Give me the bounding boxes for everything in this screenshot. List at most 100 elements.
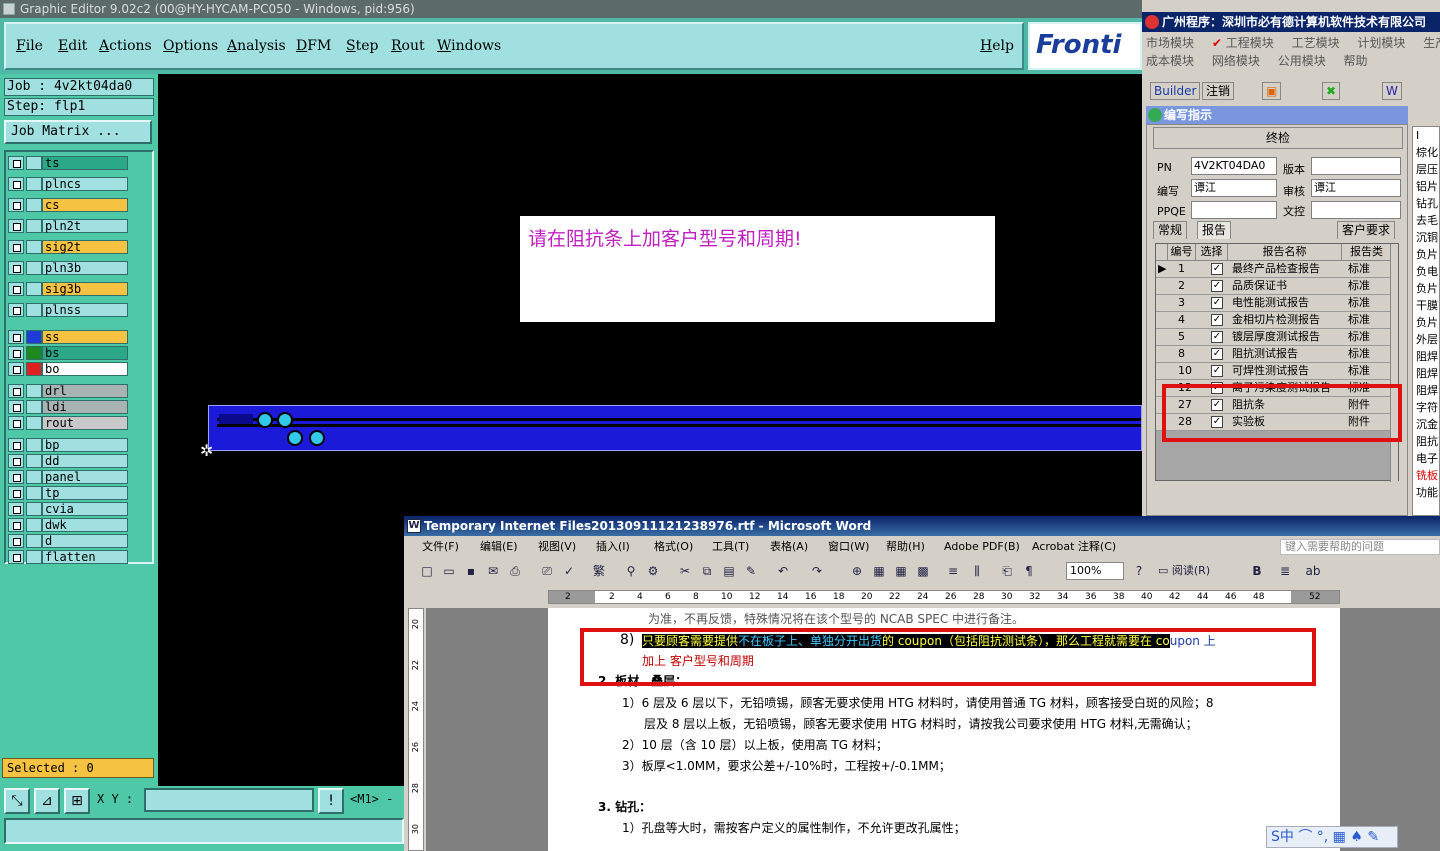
erp-menu-process[interactable]: 工艺模块 (1292, 36, 1340, 50)
layer-checkbox[interactable] (8, 486, 24, 500)
process-item[interactable]: 外层 (1413, 331, 1439, 348)
layer-checkbox[interactable] (8, 198, 24, 212)
layer-name[interactable]: plncs (42, 177, 128, 191)
layer-name[interactable]: bp (42, 438, 128, 452)
menu-actions[interactable]: Actions (99, 38, 152, 54)
word-menu-window[interactable]: 窗口(W) (828, 536, 869, 558)
layer-name[interactable]: bo (42, 362, 128, 376)
layer-name[interactable]: cs (42, 198, 128, 212)
report-row[interactable]: 4 ✓ 金相切片检测报告 标准 (1156, 312, 1392, 329)
layer-name[interactable]: bs (42, 346, 128, 360)
excel-table-icon[interactable]: ▩ (914, 562, 932, 580)
graphics-canvas[interactable]: 请在阻抗条上加客户型号和周期! ✲ (158, 74, 1142, 516)
layer-row-pln2t[interactable]: pln2t (8, 219, 130, 233)
grid-button[interactable]: ⊞ (64, 788, 90, 814)
layer-checkbox[interactable] (8, 177, 24, 191)
row-checkbox[interactable]: ✓ (1211, 348, 1223, 360)
paste-icon[interactable]: ▤ (720, 562, 738, 580)
layer-name[interactable]: d (42, 534, 128, 548)
translate-icon[interactable]: ⚙ (644, 562, 662, 580)
menu-file[interactable]: File (16, 38, 43, 54)
menu-help[interactable]: Help (980, 38, 1014, 54)
word-icon[interactable]: W (1382, 82, 1402, 100)
layer-row-ldi[interactable]: ldi (8, 400, 130, 414)
zoom-window-button[interactable]: ⤡ (4, 788, 30, 814)
word-menu-help[interactable]: 帮助(H) (886, 536, 925, 558)
layer-row-tp[interactable]: tp (8, 486, 130, 500)
tables-icon[interactable]: ▦ (870, 562, 888, 580)
menu-windows[interactable]: Windows (437, 38, 501, 54)
layer-row-dd[interactable]: dd (8, 454, 130, 468)
erp-menu-plan[interactable]: 计划模块 (1357, 36, 1405, 50)
layer-row-sig2t[interactable]: sig2t (8, 240, 130, 254)
layer-checkbox[interactable] (8, 400, 24, 414)
process-item[interactable]: 去毛 (1413, 212, 1439, 229)
process-item[interactable]: 功能 (1413, 484, 1439, 501)
layer-name[interactable]: tp (42, 486, 128, 500)
powerpoint-icon[interactable]: ▣ (1262, 82, 1282, 100)
layer-checkbox[interactable] (8, 518, 24, 532)
layer-row-d[interactable]: d (8, 534, 130, 548)
row-checkbox[interactable]: ✓ (1211, 331, 1223, 343)
layer-checkbox[interactable] (8, 282, 24, 296)
erp-menu-public[interactable]: 公用模块 (1278, 54, 1326, 68)
spell-check-icon[interactable]: ✓ (560, 562, 578, 580)
process-item[interactable]: 层压 (1413, 161, 1439, 178)
layer-checkbox[interactable] (8, 470, 24, 484)
word-menu-insert[interactable]: 插入(I) (596, 536, 630, 558)
show-hide-icon[interactable]: ¶ (1020, 562, 1038, 580)
layer-checkbox[interactable] (8, 438, 24, 452)
row-checkbox[interactable]: ✓ (1211, 314, 1223, 326)
format-painter-icon[interactable]: ✎ (742, 562, 760, 580)
layer-row-plnss[interactable]: plnss (8, 303, 130, 317)
layer-checkbox[interactable] (8, 303, 24, 317)
process-item[interactable]: 铝片 (1413, 178, 1439, 195)
undo-icon[interactable]: ↶ (774, 562, 792, 580)
layer-row-bs[interactable]: bs (8, 346, 130, 360)
layer-checkbox[interactable] (8, 550, 24, 564)
save-icon[interactable]: ▪ (462, 562, 480, 580)
pn-field[interactable]: 4V2KT04DA0 (1191, 157, 1277, 175)
layer-row-ts[interactable]: ts (8, 156, 130, 170)
layer-row-ss[interactable]: ss (8, 330, 130, 344)
layer-name[interactable]: panel (42, 470, 128, 484)
report-row[interactable]: 8 ✓ 阻抗测试报告 标准 (1156, 346, 1392, 363)
print-preview-icon[interactable]: ⎚ (538, 562, 556, 580)
hyperlink-icon[interactable]: ⊕ (848, 562, 866, 580)
alert-button[interactable]: ! (318, 788, 344, 814)
layer-checkbox[interactable] (8, 502, 24, 516)
process-item[interactable]: 阻抗 (1413, 433, 1439, 450)
logout-button[interactable]: 注销 (1202, 82, 1235, 100)
layer-checkbox[interactable] (8, 362, 24, 376)
doc-map-icon[interactable]: ⎗ (998, 562, 1016, 580)
read-button[interactable]: ▭ 阅读(R) (1158, 562, 1228, 580)
layer-checkbox[interactable] (8, 416, 24, 430)
layer-name[interactable]: pln3b (42, 261, 128, 275)
report-row[interactable]: 2 ✓ 品质保证书 标准 (1156, 278, 1392, 295)
process-item[interactable]: I (1413, 127, 1439, 144)
report-row[interactable]: 3 ✓ 电性能测试报告 标准 (1156, 295, 1392, 312)
menu-edit[interactable]: Edit (58, 38, 87, 54)
open-icon[interactable]: ▭ (440, 562, 458, 580)
help-search-input[interactable]: 键入需要帮助的问题 (1280, 539, 1440, 555)
layer-checkbox[interactable] (8, 219, 24, 233)
new-doc-icon[interactable]: □ (418, 562, 436, 580)
process-item[interactable]: 阻焊 (1413, 382, 1439, 399)
layer-name[interactable]: ts (42, 156, 128, 170)
process-item[interactable]: 阻焊 (1413, 365, 1439, 382)
layer-row-sig3b[interactable]: sig3b (8, 282, 130, 296)
erp-menu-help[interactable]: 帮助 (1344, 54, 1368, 68)
bold-icon[interactable]: B (1248, 562, 1266, 580)
final-check-button[interactable]: 终检 (1153, 127, 1403, 149)
erp-menu-market[interactable]: 市场模块 (1146, 36, 1194, 50)
layer-checkbox[interactable] (8, 454, 24, 468)
impedance-coupon[interactable] (208, 405, 1142, 451)
tab-general[interactable]: 常规 (1153, 221, 1188, 239)
layer-row-panel[interactable]: panel (8, 470, 130, 484)
tab-customer-req[interactable]: 客户要求 (1337, 221, 1396, 239)
tab-report[interactable]: 报告 (1197, 221, 1232, 239)
trad-chinese-icon[interactable]: 繁 (590, 562, 608, 580)
process-item[interactable]: 钻孔 (1413, 195, 1439, 212)
layer-name[interactable]: drl (42, 384, 128, 398)
print-icon[interactable]: ⎙ (506, 562, 524, 580)
